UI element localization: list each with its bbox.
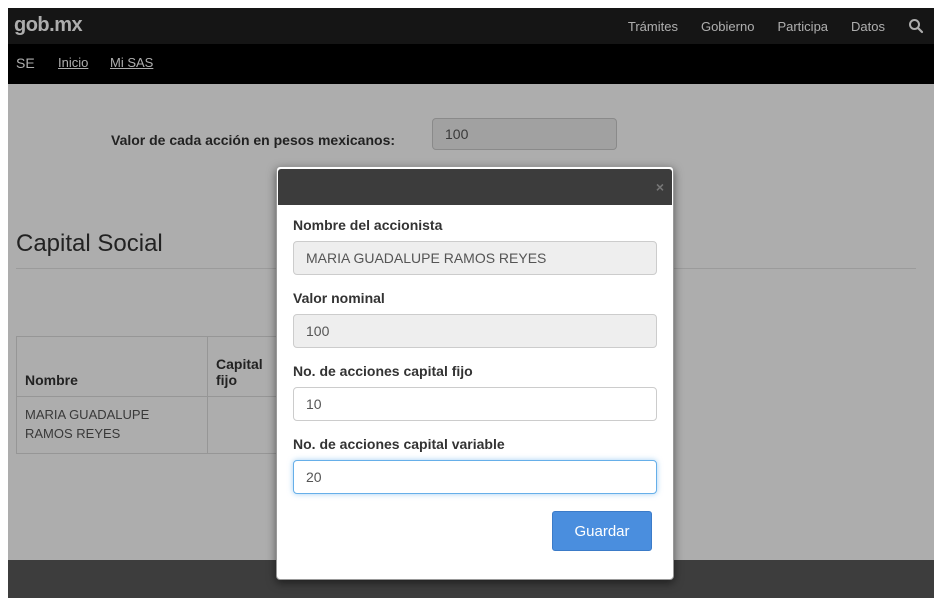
acciones-capital-variable-field[interactable] [293,460,657,494]
modal-body: Nombre del accionista Valor nominal No. … [293,217,657,509]
valor-nominal-field[interactable] [293,314,657,348]
close-icon[interactable]: × [656,179,664,195]
acciones-capital-fijo-field[interactable] [293,387,657,421]
modal-header: × [278,169,672,205]
page: gob.mx Trámites Gobierno Participa Datos… [8,8,934,598]
nombre-accionista-label: Nombre del accionista [293,217,443,233]
guardar-button[interactable]: Guardar [552,511,652,551]
acciones-capital-variable-label: No. de acciones capital variable [293,436,505,452]
nombre-accionista-field[interactable] [293,241,657,275]
window-frame [0,0,8,598]
acciones-capital-fijo-label: No. de acciones capital fijo [293,363,473,379]
accionista-modal: × Nombre del accionista Valor nominal No… [276,166,674,580]
valor-nominal-label: Valor nominal [293,290,385,306]
